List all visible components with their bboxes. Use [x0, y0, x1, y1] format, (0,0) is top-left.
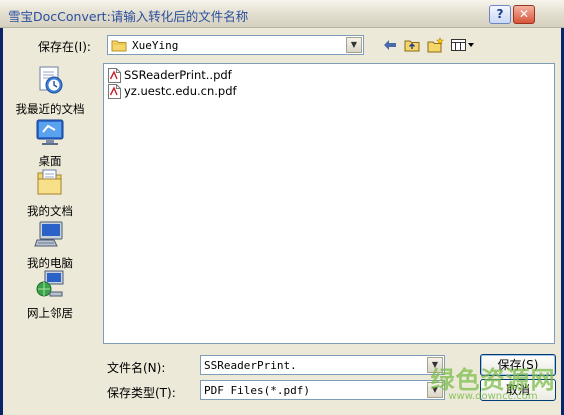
up-folder-icon[interactable]: [402, 35, 422, 55]
folder-icon: [111, 40, 127, 52]
recent-documents-icon: [39, 66, 63, 94]
file-name: yz.uestc.edu.cn.pdf: [124, 84, 237, 98]
place-my-documents[interactable]: 我的文档: [10, 166, 90, 219]
network-places-icon: [36, 270, 64, 297]
back-arrow-icon[interactable]: [380, 35, 400, 55]
list-item[interactable]: yz.uestc.edu.cn.pdf: [108, 83, 237, 99]
new-folder-icon[interactable]: [426, 35, 446, 55]
place-label: 网上邻居: [27, 306, 73, 320]
pdf-file-icon: [108, 83, 121, 99]
filename-input[interactable]: SSReaderPrint. ▼: [200, 355, 445, 375]
filename-value: SSReaderPrint.: [204, 359, 297, 372]
filetype-value: PDF Files(*.pdf): [204, 384, 310, 397]
save-in-label: 保存在(I):: [38, 40, 91, 54]
place-label: 我最近的文档: [15, 102, 85, 116]
desktop-icon: [36, 119, 64, 145]
file-list[interactable]: SSReaderPrint..pdf yz.uestc.edu.cn.pdf: [103, 63, 555, 344]
place-label: 我的文档: [27, 204, 73, 218]
watermark-url: www.downcc.com: [448, 391, 538, 402]
filename-label: 文件名(N):: [107, 361, 166, 375]
place-my-computer[interactable]: 我的电脑: [10, 218, 90, 271]
pdf-file-icon: [108, 67, 121, 83]
chevron-down-icon[interactable]: ▼: [346, 37, 362, 53]
current-folder-name: XueYing: [132, 39, 179, 52]
my-computer-icon: [34, 221, 63, 247]
watermark-logo: 绿色资源网: [430, 366, 556, 394]
list-item[interactable]: SSReaderPrint..pdf: [108, 67, 232, 83]
views-menu-icon[interactable]: [450, 35, 476, 55]
places-bar: 我最近的文档 桌面 我的文档 我的电脑 网上邻居: [10, 56, 90, 321]
place-recent-documents[interactable]: 我最近的文档: [10, 64, 90, 117]
title-bar[interactable]: 雪宝DocConvert:请输入转化后的文件名称 ? ✕: [0, 0, 564, 28]
file-name: SSReaderPrint..pdf: [124, 68, 232, 82]
window-title: 雪宝DocConvert:请输入转化后的文件名称: [8, 9, 249, 24]
save-in-combo[interactable]: XueYing ▼: [107, 35, 364, 55]
filetype-label: 保存类型(T):: [107, 386, 176, 400]
help-button[interactable]: ?: [489, 5, 511, 24]
my-documents-icon: [37, 169, 62, 195]
close-button[interactable]: ✕: [513, 5, 535, 24]
place-desktop[interactable]: 桌面: [10, 116, 90, 169]
filetype-select[interactable]: PDF Files(*.pdf) ▼: [200, 380, 445, 400]
place-network[interactable]: 网上邻居: [10, 268, 90, 321]
watermark: 绿色资源网 www.downcc.com: [428, 360, 558, 402]
